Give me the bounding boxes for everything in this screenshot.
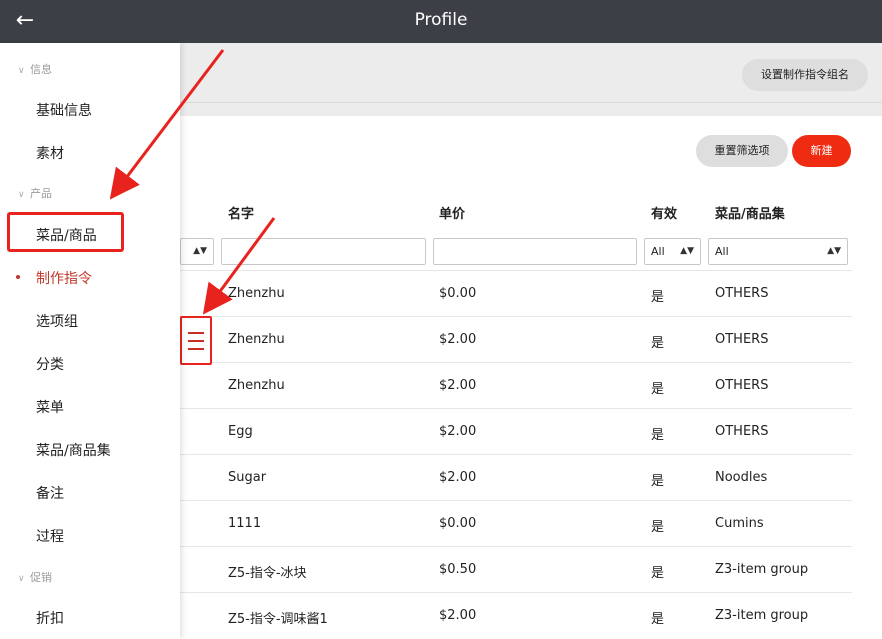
cell-price: $2.00 xyxy=(439,332,477,347)
sidebar: ∨ 信息 基础信息 素材 ∨ 产品 菜品/商品 制作指令 选项组 分类 菜单 菜品/… xyxy=(0,43,180,639)
select-arrows-icon: ▲▼ xyxy=(193,246,207,256)
cell-valid: 是 xyxy=(651,474,665,489)
select-arrows-icon: ▲▼ xyxy=(827,246,841,256)
cell-name: Zhenzhu xyxy=(228,332,285,347)
reset-filters-button[interactable]: 重置筛选项 xyxy=(696,135,788,167)
active-indicator-dot xyxy=(16,275,20,279)
sidebar-item-item-collections[interactable]: 菜品/商品集 xyxy=(36,440,111,460)
table-row[interactable]: Zhenzhu $2.00 是 OTHERS xyxy=(180,316,852,362)
price-filter-input[interactable] xyxy=(433,238,637,265)
cell-name: Sugar xyxy=(228,470,267,485)
cell-collection: OTHERS xyxy=(715,286,769,301)
column-header-price[interactable]: 单价 xyxy=(439,203,465,222)
cell-name: Egg xyxy=(228,424,253,439)
cell-name: 1111 xyxy=(228,516,262,531)
valid-filter-value: All xyxy=(651,245,665,258)
annotation-highlight-box xyxy=(7,212,124,252)
table-row[interactable]: Zhenzhu $2.00 是 OTHERS xyxy=(180,362,852,408)
chevron-down-icon: ∨ xyxy=(18,66,25,76)
cell-valid: 是 xyxy=(651,290,665,305)
filter-select-hidden-column[interactable]: ▲▼ xyxy=(180,238,214,265)
cell-valid: 是 xyxy=(651,566,665,581)
cell-valid: 是 xyxy=(651,336,665,351)
table-row[interactable]: Sugar $2.00 是 Noodles xyxy=(180,454,852,500)
sidebar-item-discounts[interactable]: 折扣 xyxy=(36,608,64,628)
cell-valid: 是 xyxy=(651,520,665,535)
cell-collection: OTHERS xyxy=(715,424,769,439)
chevron-down-icon: ∨ xyxy=(18,190,25,200)
section-header-promotion[interactable]: ∨ 促销 xyxy=(18,569,52,585)
cell-collection: Cumins xyxy=(715,516,764,531)
column-header-valid[interactable]: 有效 xyxy=(651,203,677,222)
cell-price: $2.00 xyxy=(439,378,477,393)
cell-price: $2.00 xyxy=(439,424,477,439)
content-header: 设置制作指令组名 xyxy=(180,43,882,103)
cell-name: Zhenzhu xyxy=(228,378,285,393)
cell-price: $0.00 xyxy=(439,516,477,531)
select-arrows-icon: ▲▼ xyxy=(680,246,694,256)
table-row[interactable]: Z5-指令-调味酱1 $2.00 是 Z3-item group xyxy=(180,592,852,638)
cell-collection: OTHERS xyxy=(715,332,769,347)
cell-valid: 是 xyxy=(651,382,665,397)
collection-filter-value: All xyxy=(715,245,729,258)
cell-collection: Z3-item group xyxy=(715,562,809,577)
cell-name: Z5-指令-冰块 xyxy=(228,566,307,581)
cell-collection: Z3-item group xyxy=(715,608,809,623)
cell-valid: 是 xyxy=(651,428,665,443)
section-header-info[interactable]: ∨ 信息 xyxy=(18,61,52,77)
cell-valid: 是 xyxy=(651,612,665,627)
cell-collection: OTHERS xyxy=(715,378,769,393)
column-header-name[interactable]: 名字 xyxy=(228,203,254,222)
cell-name: Z5-指令-调味酱1 xyxy=(228,612,328,627)
collection-filter-select[interactable]: All ▲▼ xyxy=(708,238,848,265)
cell-price: $2.00 xyxy=(439,608,477,623)
top-bar: ← Profile xyxy=(0,0,882,43)
table-row[interactable]: Egg $2.00 是 OTHERS xyxy=(180,408,852,454)
sidebar-item-option-groups[interactable]: 选项组 xyxy=(36,311,78,331)
drag-handle-icon[interactable] xyxy=(180,316,212,365)
cell-price: $0.00 xyxy=(439,286,477,301)
page-title: Profile xyxy=(414,10,468,30)
table-row[interactable]: Z5-指令-冰块 $0.50 是 Z3-item group xyxy=(180,546,852,592)
sidebar-item-assets[interactable]: 素材 xyxy=(36,143,64,163)
new-button[interactable]: 新建 xyxy=(792,135,851,167)
table-row[interactable]: Zhenzhu $0.00 是 OTHERS xyxy=(180,270,852,316)
sidebar-item-menus[interactable]: 菜单 xyxy=(36,397,64,417)
column-header-collection[interactable]: 菜品/商品集 xyxy=(715,203,785,222)
sidebar-item-categories[interactable]: 分类 xyxy=(36,354,64,374)
sidebar-item-instructions[interactable]: 制作指令 xyxy=(36,268,92,288)
name-filter-input[interactable] xyxy=(221,238,426,265)
cell-collection: Noodles xyxy=(715,470,768,485)
cell-name: Zhenzhu xyxy=(228,286,285,301)
sidebar-item-basic-info[interactable]: 基础信息 xyxy=(36,100,92,120)
valid-filter-select[interactable]: All ▲▼ xyxy=(644,238,701,265)
section-header-product[interactable]: ∨ 产品 xyxy=(18,185,52,201)
cell-price: $2.00 xyxy=(439,470,477,485)
table-row[interactable]: 1111 $0.00 是 Cumins xyxy=(180,500,852,546)
sidebar-item-processes[interactable]: 过程 xyxy=(36,526,64,546)
set-group-name-button[interactable]: 设置制作指令组名 xyxy=(742,59,868,91)
cell-price: $0.50 xyxy=(439,562,477,577)
sidebar-item-notes[interactable]: 备注 xyxy=(36,483,64,503)
chevron-down-icon: ∨ xyxy=(18,574,25,584)
